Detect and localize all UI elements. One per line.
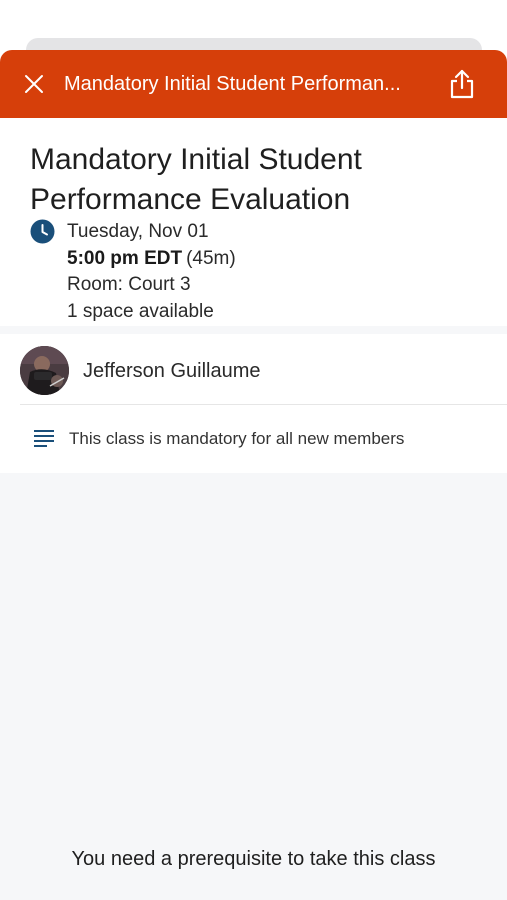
instructor-avatar xyxy=(20,346,69,395)
class-detail-screen: Mandatory Initial Student Performan... M… xyxy=(0,0,507,900)
share-icon xyxy=(450,69,474,99)
instructor-row[interactable]: Jefferson Guillaume xyxy=(0,334,507,404)
class-date: Tuesday, Nov 01 xyxy=(67,221,209,242)
section-separator xyxy=(0,326,507,334)
text-lines-icon xyxy=(34,430,54,447)
close-icon xyxy=(25,75,43,93)
avatar-photo xyxy=(20,346,69,395)
header-bar: Mandatory Initial Student Performan... xyxy=(0,50,507,118)
clock-icon xyxy=(30,219,55,244)
description-text: This class is mandatory for all new memb… xyxy=(69,429,405,448)
lower-area: You need a prerequisite to take this cla… xyxy=(0,473,507,900)
class-time-row: 5:00 pm EDT (45m) xyxy=(67,246,236,272)
prerequisite-message: You need a prerequisite to take this cla… xyxy=(71,848,436,870)
class-availability: 1 space available xyxy=(67,301,214,322)
class-time: 5:00 pm EDT xyxy=(67,248,183,269)
instructor-name: Jefferson Guillaume xyxy=(83,360,261,382)
class-title: Mandatory Initial Student Performance Ev… xyxy=(30,143,362,216)
close-button[interactable] xyxy=(18,68,50,100)
header-title: Mandatory Initial Student Performan... xyxy=(64,73,401,95)
description-row: This class is mandatory for all new memb… xyxy=(0,405,507,473)
class-details: Mandatory Initial Student Performance Ev… xyxy=(0,118,507,326)
class-duration: (45m) xyxy=(186,248,236,269)
class-room: Room: Court 3 xyxy=(67,274,191,295)
share-button[interactable] xyxy=(444,66,480,102)
